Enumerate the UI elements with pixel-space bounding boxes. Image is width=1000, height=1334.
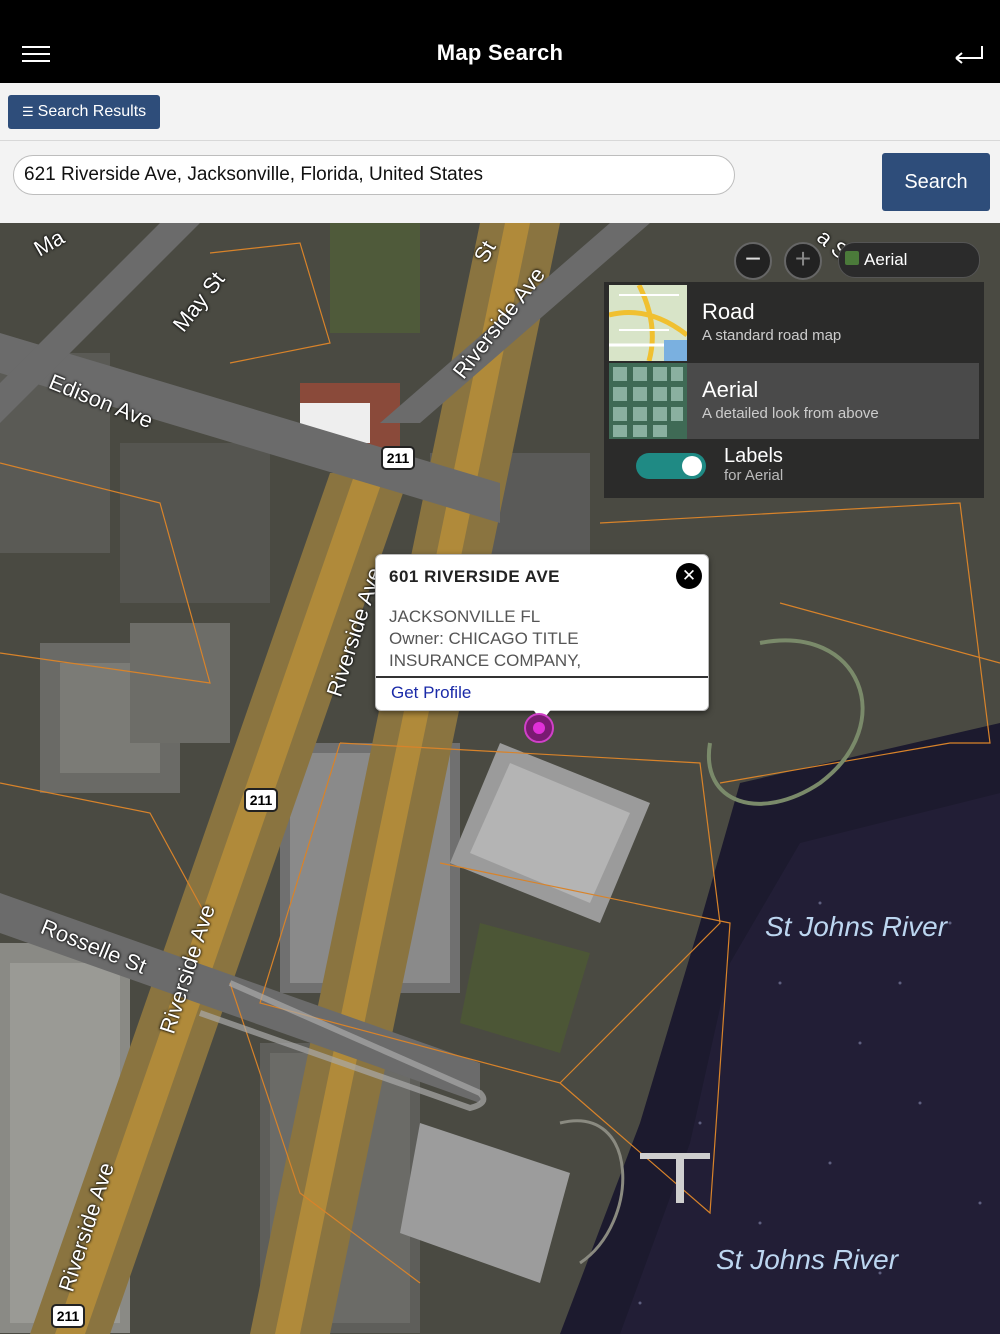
map-style-option-road[interactable]: Road A standard road map xyxy=(609,285,979,361)
map-style-selector[interactable]: Aerial xyxy=(838,242,980,278)
search-input[interactable] xyxy=(13,155,735,195)
map-style-option-aerial[interactable]: Aerial A detailed look from above xyxy=(609,363,979,439)
map-style-label: Aerial xyxy=(864,250,908,269)
popup-owner-cont: INSURANCE COMPANY, xyxy=(389,651,582,670)
aerial-map-thumbnail xyxy=(609,363,687,439)
aerial-option-desc: A detailed look from above xyxy=(702,405,879,422)
popup-city: JACKSONVILLE FL xyxy=(389,607,541,626)
close-icon[interactable]: ✕ xyxy=(676,563,702,589)
search-button[interactable]: Search xyxy=(882,153,990,211)
route-shield-211: 211 xyxy=(51,1304,85,1328)
popup-title: 601 RIVERSIDE AVE xyxy=(389,567,561,586)
river-label: St Johns River xyxy=(716,1244,899,1275)
toolbar: ☰ Search Results xyxy=(0,83,1000,141)
search-results-label: Search Results xyxy=(37,103,147,120)
property-popup: 601 RIVERSIDE AVE ✕ JACKSONVILLE FL Owne… xyxy=(375,554,709,721)
river-label: St Johns River xyxy=(765,911,948,942)
get-profile-link[interactable]: Get Profile xyxy=(391,683,471,703)
road-map-thumbnail xyxy=(609,285,687,361)
map-view[interactable]: May St Edison Ave Riverside Ave Riversid… xyxy=(0,223,1000,1334)
aerial-option-title: Aerial xyxy=(702,377,759,402)
search-results-button[interactable]: ☰ Search Results xyxy=(8,95,161,129)
zoom-out-button[interactable]: − xyxy=(734,242,772,280)
page-title: Map Search xyxy=(436,40,564,65)
labels-title: Labels xyxy=(724,445,783,467)
popup-divider xyxy=(376,676,708,678)
zoom-in-button[interactable]: + xyxy=(784,242,822,280)
app-header: Map Search xyxy=(0,0,1000,83)
return-arrow-icon[interactable] xyxy=(952,42,986,68)
road-option-desc: A standard road map xyxy=(702,327,842,344)
road-option-title: Road xyxy=(702,299,755,324)
list-icon: ☰ xyxy=(22,104,34,119)
toggle-knob xyxy=(682,456,702,476)
map-style-icon xyxy=(845,251,859,265)
popup-owner: Owner: CHICAGO TITLE xyxy=(389,629,579,648)
labels-subtitle: for Aerial xyxy=(724,467,784,484)
location-pin-icon[interactable] xyxy=(524,713,554,743)
route-shield-211: 211 xyxy=(381,446,415,470)
search-row: Search xyxy=(0,141,1000,223)
labels-toggle[interactable] xyxy=(636,453,706,479)
route-shield-211: 211 xyxy=(244,788,278,812)
map-style-panel: Road A standard road map Aerial A detail… xyxy=(604,282,984,498)
